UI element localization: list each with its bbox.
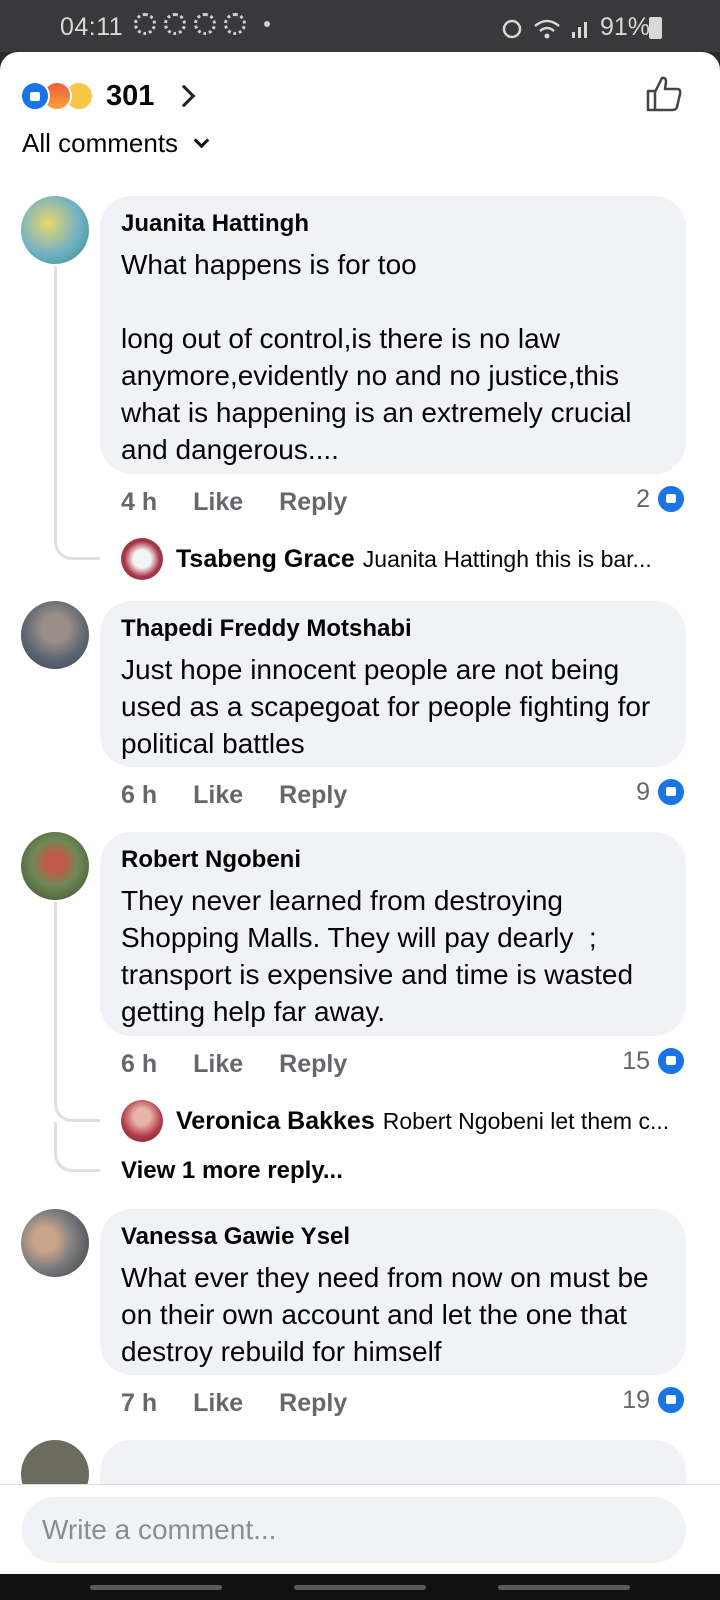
reply-text: Robert Ngobeni let them c... <box>382 1108 670 1134</box>
status-time: 04:11 <box>60 13 124 41</box>
alarm-icon <box>502 19 522 38</box>
comment-actions: 7 h Like Reply <box>121 1389 347 1418</box>
comment-actions: 6 h Like Reply <box>121 1050 347 1079</box>
comment-like-count[interactable]: 19 <box>622 1385 686 1415</box>
more-notifications-dot <box>264 21 270 27</box>
reply-button[interactable]: Reply <box>279 488 347 517</box>
comment-actions: 6 h Like Reply <box>121 781 347 810</box>
like-count: 2 <box>636 484 650 513</box>
thread-line <box>54 902 100 1122</box>
like-count: 9 <box>636 777 650 806</box>
comment-author[interactable]: Vanessa Gawie Ysel <box>121 1223 666 1251</box>
comment-bubble[interactable]: Juanita Hattingh What happens is for too… <box>100 196 686 474</box>
like-button[interactable]: Like <box>193 488 243 517</box>
comment-text: What happens is for too long out of cont… <box>121 249 632 465</box>
avatar[interactable] <box>121 538 163 580</box>
system-nav-bar <box>0 1574 720 1600</box>
comment-like-count[interactable]: 15 <box>622 1046 686 1076</box>
avatar[interactable] <box>21 832 89 900</box>
avatar[interactable] <box>121 1100 163 1142</box>
reply-preview[interactable]: Veronica Bakkes Robert Ngobeni let them c… <box>176 1107 686 1136</box>
nav-back[interactable] <box>498 1585 630 1590</box>
like-count: 15 <box>622 1046 650 1075</box>
view-more-replies-link[interactable]: View 1 more reply... <box>121 1157 343 1185</box>
chevron-right-icon <box>173 84 196 108</box>
notification-icon <box>164 13 186 35</box>
comment-time[interactable]: 6 h <box>121 781 157 810</box>
reply-author: Tsabeng Grace <box>176 545 355 573</box>
like-reaction-icon <box>656 1385 686 1415</box>
battery-icon <box>649 17 662 39</box>
battery-level: 91% <box>599 13 650 41</box>
reactions-summary[interactable]: 301 <box>20 78 196 114</box>
reply-author: Veronica Bakkes <box>176 1107 375 1135</box>
reply-preview[interactable]: Tsabeng Grace Juanita Hattingh this is ba… <box>176 545 686 574</box>
comment-text: Just hope innocent people are not being … <box>121 654 659 759</box>
notification-icon <box>134 13 156 35</box>
comment-actions: 4 h Like Reply <box>121 488 347 517</box>
like-reaction-icon <box>20 81 50 111</box>
nav-recents[interactable] <box>90 1585 222 1590</box>
comment-bubble[interactable]: Thapedi Freddy Motshabi Just hope innoce… <box>100 601 686 767</box>
like-count: 19 <box>622 1385 650 1414</box>
comment-author[interactable]: Juanita Hattingh <box>121 210 666 238</box>
avatar[interactable] <box>21 601 89 669</box>
comment-text: They never learned from destroying Shopp… <box>121 885 641 1027</box>
comment-time[interactable]: 4 h <box>121 488 157 517</box>
comment-composer <box>0 1484 720 1574</box>
like-reaction-icon <box>656 777 686 807</box>
thread-line <box>54 1122 100 1172</box>
like-reaction-icon <box>656 484 686 514</box>
avatar[interactable] <box>21 1209 89 1277</box>
notification-icon <box>224 13 246 35</box>
nav-home[interactable] <box>294 1585 426 1590</box>
reaction-count: 301 <box>106 79 155 112</box>
reply-button[interactable]: Reply <box>279 1389 347 1418</box>
comment-text: What ever they need from now on must be … <box>121 1262 657 1367</box>
like-button[interactable]: Like <box>193 1050 243 1079</box>
comment-author[interactable]: Thapedi Freddy Motshabi <box>121 615 666 643</box>
avatar[interactable] <box>21 196 89 264</box>
filter-label: All comments <box>22 128 179 158</box>
comment-bubble[interactable] <box>100 1440 686 1484</box>
like-button[interactable]: Like <box>193 1389 243 1418</box>
reply-button[interactable]: Reply <box>279 1050 347 1079</box>
like-post-icon[interactable] <box>644 74 684 114</box>
comment-input[interactable] <box>22 1497 686 1563</box>
system-indicators: 91% <box>500 13 650 42</box>
comments-sheet: 301 All comments Juanita Hattingh What h… <box>0 52 720 1484</box>
notification-icon <box>194 13 216 35</box>
comment-filter-dropdown[interactable]: All comments <box>22 128 210 159</box>
comment-time[interactable]: 6 h <box>121 1050 157 1079</box>
wifi-icon <box>534 19 560 38</box>
comment-time[interactable]: 7 h <box>121 1389 157 1418</box>
comment-bubble[interactable]: Robert Ngobeni They never learned from d… <box>100 832 686 1036</box>
comment-bubble[interactable]: Vanessa Gawie Ysel What ever they need f… <box>100 1209 686 1375</box>
comment-like-count[interactable]: 9 <box>636 777 686 807</box>
thread-line <box>54 266 100 560</box>
reply-text: Juanita Hattingh this is bar... <box>362 546 652 572</box>
notification-icons <box>134 13 270 35</box>
comment-like-count[interactable]: 2 <box>636 484 686 514</box>
status-bar: 04:11 91% <box>0 0 720 52</box>
avatar[interactable] <box>21 1440 89 1484</box>
like-reaction-icon <box>656 1046 686 1076</box>
comment-author[interactable]: Robert Ngobeni <box>121 846 666 874</box>
signal-icon <box>571 21 587 38</box>
chevron-down-icon <box>193 132 210 149</box>
like-button[interactable]: Like <box>193 781 243 810</box>
reply-button[interactable]: Reply <box>279 781 347 810</box>
